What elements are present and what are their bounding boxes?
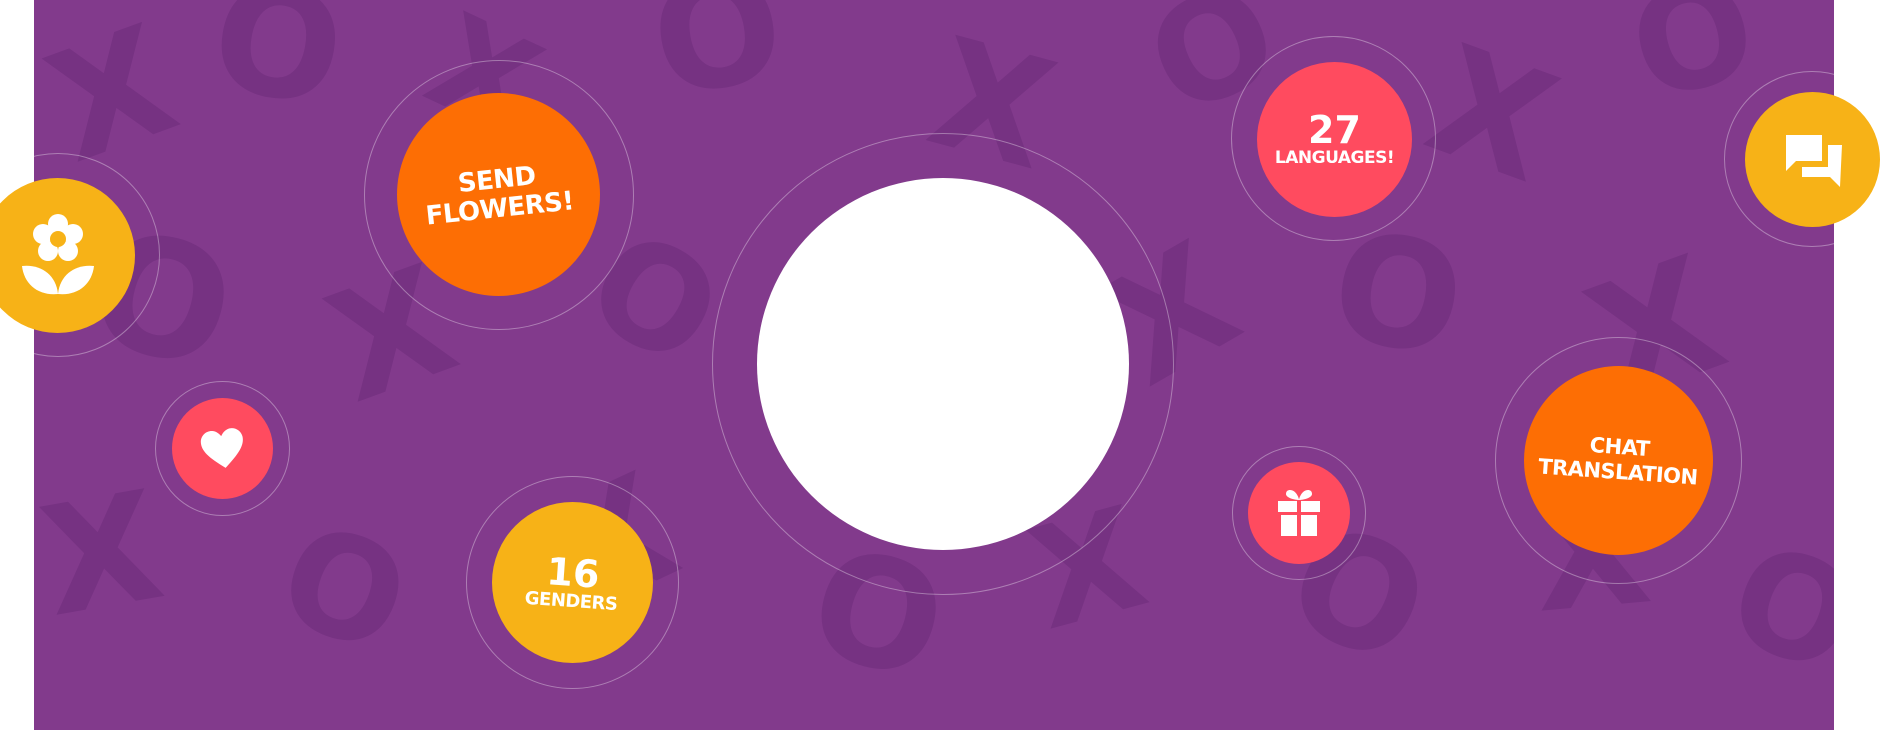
languages-number: 27	[1308, 108, 1361, 153]
send-flowers-bubble: SEND FLOWERS!	[397, 93, 600, 296]
center-circle	[757, 178, 1129, 550]
languages-label: LANGUAGES!	[1274, 148, 1395, 169]
heart-icon	[200, 427, 246, 470]
languages-bubble: 27 LANGUAGES!	[1257, 62, 1412, 217]
chat-bubble	[1745, 92, 1880, 227]
heart-bubble	[172, 398, 273, 499]
gift-bubble	[1248, 462, 1350, 564]
chat-translation-bubble: CHAT TRANSLATION	[1524, 366, 1713, 555]
genders-bubble: 16 GENDERS	[492, 502, 653, 663]
gift-icon	[1276, 488, 1322, 538]
chat-icon	[1782, 131, 1844, 189]
flower-icon	[20, 213, 96, 298]
genders-label: GENDERS	[524, 587, 619, 615]
